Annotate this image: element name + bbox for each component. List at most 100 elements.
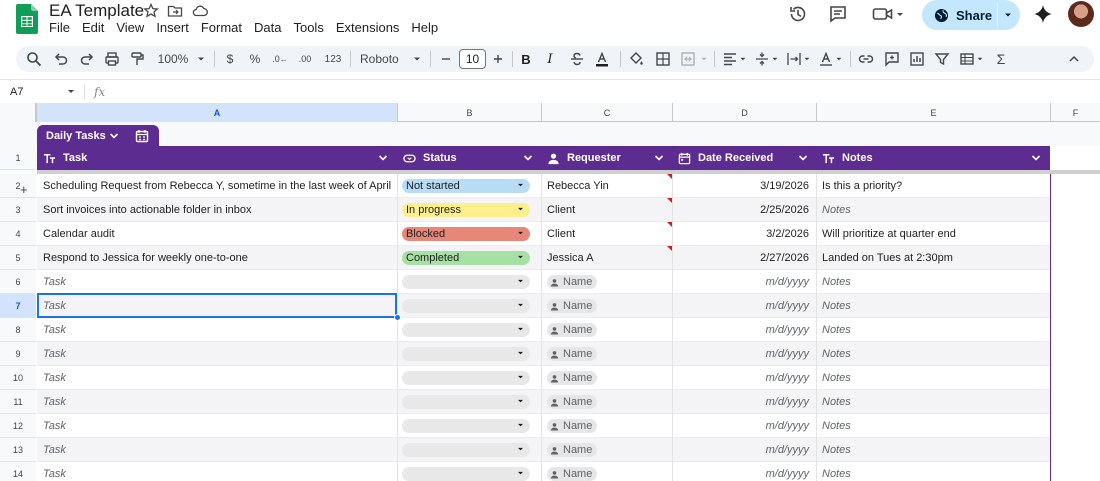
status-dropdown-chip[interactable]: In progress xyxy=(402,203,530,217)
decrease-font-size-icon[interactable] xyxy=(440,51,452,67)
header-requester[interactable]: Requester xyxy=(541,146,672,170)
vertical-align-icon[interactable] xyxy=(754,51,770,67)
header-status[interactable]: Status xyxy=(397,146,541,170)
header-task-chevron-icon[interactable] xyxy=(378,154,388,162)
date-cell[interactable]: m/d/yyyy xyxy=(672,462,816,481)
row-header[interactable]: 7 xyxy=(0,294,36,318)
status-cell[interactable]: Blocked xyxy=(397,222,541,246)
paint-format-icon[interactable] xyxy=(129,51,145,67)
row-header[interactable]: 5 xyxy=(0,246,36,270)
row-header[interactable]: 3 xyxy=(0,198,36,222)
task-cell[interactable]: Task xyxy=(37,462,397,481)
chip-caret-icon[interactable] xyxy=(517,447,524,452)
status-dropdown-chip[interactable]: Completed xyxy=(402,251,530,265)
text-wrapping-icon[interactable] xyxy=(786,51,802,67)
header-notes-chevron-icon[interactable] xyxy=(1031,154,1041,162)
header-notes[interactable]: Notes xyxy=(816,146,1050,170)
insert-chart-icon[interactable] xyxy=(909,51,925,67)
valign-caret-icon[interactable] xyxy=(771,51,779,67)
share-button[interactable]: Share xyxy=(922,0,1020,30)
status-cell[interactable] xyxy=(397,462,541,481)
increase-decimal-button[interactable]: .00 xyxy=(299,51,312,67)
task-cell[interactable]: Scheduling Request from Rebecca Y, somet… xyxy=(37,174,397,198)
status-dropdown-chip[interactable]: Blocked xyxy=(402,227,530,241)
name-box-caret-icon[interactable] xyxy=(67,89,75,95)
date-cell[interactable]: m/d/yyyy xyxy=(672,270,816,294)
status-cell[interactable] xyxy=(397,390,541,414)
person-chip[interactable]: Name xyxy=(547,443,598,457)
borders-icon[interactable] xyxy=(655,51,671,67)
requester-cell[interactable]: Client xyxy=(541,198,672,222)
bold-button[interactable]: B xyxy=(520,51,532,67)
status-cell[interactable] xyxy=(397,366,541,390)
date-cell[interactable]: m/d/yyyy xyxy=(672,294,816,318)
column-header-c[interactable]: C xyxy=(541,103,672,122)
notes-cell[interactable]: Is this a priority? xyxy=(816,174,1050,198)
print-icon[interactable] xyxy=(104,51,120,67)
sheets-logo-icon[interactable] xyxy=(16,4,38,34)
task-cell[interactable]: Calendar audit xyxy=(37,222,397,246)
insert-link-icon[interactable] xyxy=(858,51,874,67)
functions-button[interactable]: Σ xyxy=(994,51,1008,67)
column-header-e[interactable]: E xyxy=(816,103,1050,122)
date-cell[interactable]: m/d/yyyy xyxy=(672,318,816,342)
row-header[interactable]: 10 xyxy=(0,366,36,390)
share-main-button[interactable]: Share xyxy=(922,0,997,30)
person-chip[interactable]: Name xyxy=(547,371,598,385)
status-cell[interactable]: In progress xyxy=(397,198,541,222)
redo-icon[interactable] xyxy=(79,51,95,67)
chip-caret-icon[interactable] xyxy=(517,327,524,332)
user-avatar[interactable] xyxy=(1068,1,1094,27)
chip-caret-icon[interactable] xyxy=(517,351,524,356)
meet-video-icon[interactable] xyxy=(872,4,904,24)
fill-color-icon[interactable] xyxy=(628,51,644,67)
notes-cell[interactable]: Notes xyxy=(816,366,1050,390)
task-cell[interactable]: Task xyxy=(37,318,397,342)
star-icon[interactable] xyxy=(143,3,159,19)
name-box[interactable]: A7 xyxy=(10,86,23,98)
task-cell[interactable]: Task xyxy=(37,390,397,414)
document-title[interactable]: EA Template xyxy=(49,1,144,21)
notes-cell[interactable]: Notes xyxy=(816,390,1050,414)
chip-caret-icon[interactable] xyxy=(517,279,524,284)
text-color-icon[interactable] xyxy=(594,51,610,67)
menu-insert[interactable]: Insert xyxy=(156,20,195,36)
chip-caret-icon[interactable] xyxy=(517,423,524,428)
person-chip[interactable]: Name xyxy=(547,323,598,337)
cloud-saved-icon[interactable] xyxy=(192,3,208,19)
notes-cell[interactable]: Notes xyxy=(816,438,1050,462)
notes-cell[interactable]: Notes xyxy=(816,198,1050,222)
share-dropdown-icon[interactable] xyxy=(1002,9,1014,21)
column-header-d[interactable]: D xyxy=(672,103,816,122)
select-all-corner[interactable] xyxy=(0,103,36,122)
person-chip[interactable]: Name xyxy=(547,467,598,481)
menu-help[interactable]: Help xyxy=(411,20,444,36)
row-header[interactable]: 14 xyxy=(0,462,36,481)
person-chip[interactable]: Name xyxy=(547,419,598,433)
task-cell[interactable]: Respond to Jessica for weekly one-to-one xyxy=(37,246,397,270)
date-cell[interactable]: m/d/yyyy xyxy=(672,342,816,366)
notes-cell[interactable]: Notes xyxy=(816,414,1050,438)
notes-cell[interactable]: Notes xyxy=(816,294,1050,318)
column-header-f[interactable]: F xyxy=(1050,103,1100,122)
row-header[interactable]: 6 xyxy=(0,270,36,294)
status-cell[interactable] xyxy=(397,414,541,438)
chip-caret-icon[interactable] xyxy=(517,255,524,260)
requester-cell[interactable]: Jessica A xyxy=(541,246,672,270)
header-status-chevron-icon[interactable] xyxy=(523,154,533,162)
comments-icon[interactable] xyxy=(828,4,848,24)
row-header[interactable]: 13 xyxy=(0,438,36,462)
date-cell[interactable]: 3/2/2026 xyxy=(672,222,816,246)
row-header[interactable]: 1 xyxy=(0,146,36,170)
date-cell[interactable]: m/d/yyyy xyxy=(672,438,816,462)
header-requester-chevron-icon[interactable] xyxy=(654,154,664,162)
active-cell-selection[interactable] xyxy=(37,293,397,318)
insert-comment-icon[interactable] xyxy=(884,51,900,67)
status-cell[interactable] xyxy=(397,342,541,366)
views-caret-icon[interactable] xyxy=(976,51,984,67)
person-chip[interactable]: Name xyxy=(547,275,598,289)
merge-caret-icon[interactable] xyxy=(700,51,708,67)
header-date-chevron-icon[interactable] xyxy=(798,154,808,162)
align-caret-icon[interactable] xyxy=(739,51,747,67)
chip-caret-icon[interactable] xyxy=(517,183,524,188)
